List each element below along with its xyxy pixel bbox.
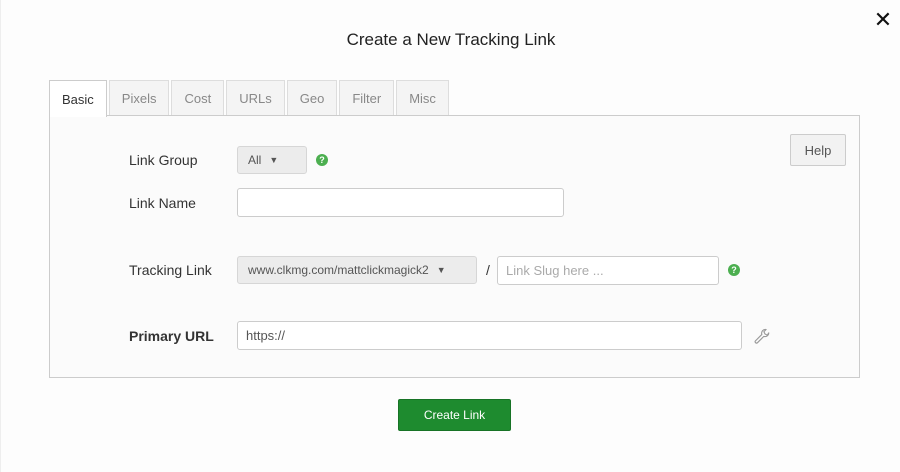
link-name-label: Link Name	[129, 195, 196, 211]
primary-url-label: Primary URL	[129, 328, 214, 344]
wrench-icon[interactable]	[753, 328, 771, 346]
basic-tab-panel: Help Link Group All ▼ ? Link Name Tracki…	[49, 115, 860, 378]
tracking-domain-selected: www.clkmg.com/mattclickmagick2	[248, 263, 429, 277]
link-group-selected: All	[248, 153, 262, 167]
link-group-label: Link Group	[129, 152, 198, 168]
close-icon[interactable]: ✕	[871, 8, 895, 32]
tab-misc[interactable]: Misc	[396, 80, 449, 116]
tab-filter[interactable]: Filter	[339, 80, 395, 116]
tab-pixels[interactable]: Pixels	[108, 80, 170, 116]
tab-cost[interactable]: Cost	[171, 80, 225, 116]
primary-url-input[interactable]	[237, 321, 742, 350]
tab-basic[interactable]: Basic	[49, 80, 107, 117]
chevron-down-icon: ▼	[269, 155, 279, 165]
tab-bar: Basic Pixels Cost URLs Geo Filter Misc	[49, 80, 451, 117]
create-tracking-link-dialog: ✕ Create a New Tracking Link Basic Pixel…	[0, 0, 900, 472]
help-question-icon[interactable]: ?	[728, 264, 740, 276]
link-group-dropdown[interactable]: All ▼	[237, 146, 307, 174]
tracking-link-label: Tracking Link	[129, 262, 212, 278]
chevron-down-icon: ▼	[436, 265, 446, 275]
help-question-icon[interactable]: ?	[316, 154, 328, 166]
link-slug-input[interactable]	[497, 256, 719, 285]
tab-urls[interactable]: URLs	[226, 80, 285, 116]
help-button[interactable]: Help	[790, 134, 846, 166]
tab-geo[interactable]: Geo	[286, 80, 338, 116]
slug-separator: /	[486, 262, 490, 278]
create-link-button[interactable]: Create Link	[398, 399, 511, 431]
dialog-title: Create a New Tracking Link	[346, 30, 556, 49]
tracking-domain-dropdown[interactable]: www.clkmg.com/mattclickmagick2 ▼	[237, 256, 477, 284]
link-name-input[interactable]	[237, 188, 564, 217]
